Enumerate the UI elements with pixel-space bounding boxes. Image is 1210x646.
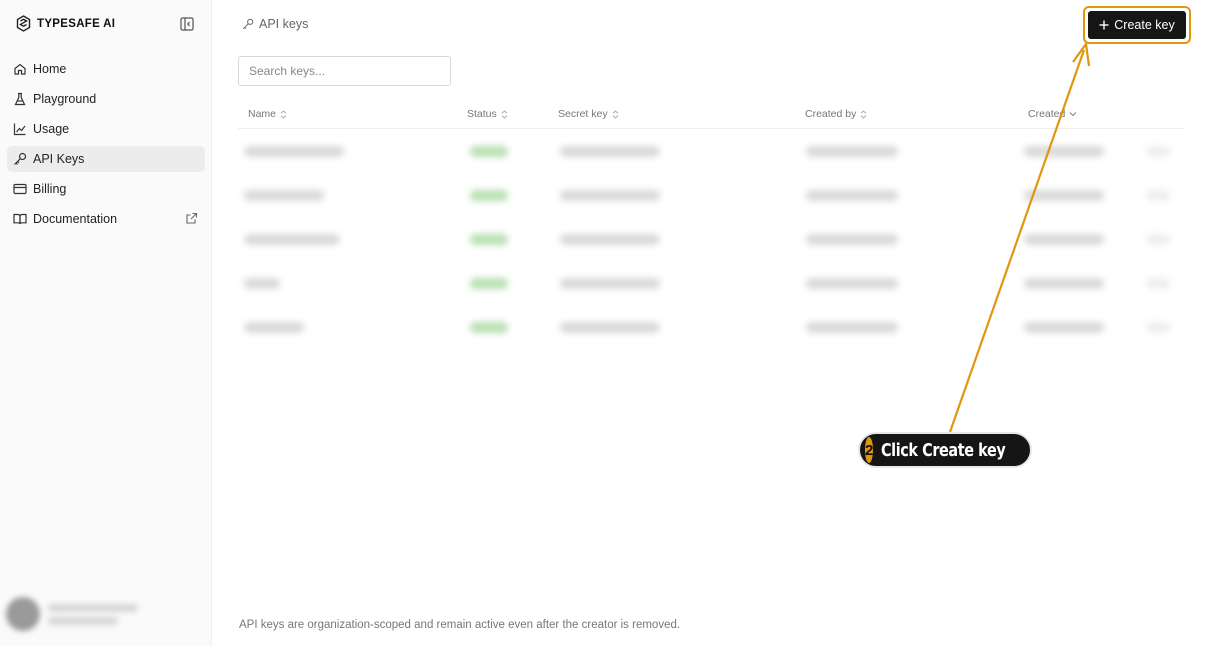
column-header-created[interactable]: Created bbox=[1028, 108, 1077, 120]
column-header-created-by[interactable]: Created by bbox=[805, 108, 867, 120]
sidebar-item-documentation[interactable]: Documentation bbox=[7, 206, 205, 232]
column-header-name[interactable]: Name bbox=[248, 108, 287, 120]
column-header-status[interactable]: Status bbox=[467, 108, 508, 120]
avatar bbox=[6, 597, 40, 631]
table-row[interactable] bbox=[238, 306, 1184, 350]
sidebar-nav: Home Playground Usage API Keys Billing D… bbox=[7, 56, 205, 236]
sidebar-item-label: Usage bbox=[33, 122, 70, 136]
annotation-text: Click Create key bbox=[881, 439, 1006, 461]
sort-icon bbox=[612, 109, 618, 119]
book-icon bbox=[13, 213, 27, 225]
logo-icon bbox=[16, 15, 31, 32]
sidebar-item-api-keys[interactable]: API Keys bbox=[7, 146, 205, 172]
sidebar-item-usage[interactable]: Usage bbox=[7, 116, 205, 142]
sort-icon bbox=[861, 109, 867, 119]
external-link-icon bbox=[186, 212, 198, 224]
annotation-callout: 2 Click Create key bbox=[858, 432, 1032, 468]
table-row[interactable] bbox=[238, 262, 1184, 306]
sidebar-item-label: Billing bbox=[33, 182, 67, 196]
user-details bbox=[48, 603, 138, 625]
user-profile[interactable] bbox=[6, 594, 206, 634]
sidebar-item-home[interactable]: Home bbox=[7, 56, 205, 82]
table-header: Name Status Secret key Created by Create… bbox=[238, 100, 1184, 129]
key-icon bbox=[14, 152, 27, 165]
plus-icon bbox=[1099, 20, 1109, 30]
create-key-button[interactable]: Create key bbox=[1088, 11, 1186, 39]
sidebar: TYPESAFE AI Home Playground Usage API Ke… bbox=[0, 0, 212, 646]
step-badge: 2 bbox=[865, 437, 874, 463]
sidebar-item-label: Playground bbox=[33, 92, 97, 106]
page-title: API keys bbox=[259, 17, 309, 31]
credit-card-icon bbox=[13, 183, 27, 195]
sidebar-item-playground[interactable]: Playground bbox=[7, 86, 205, 112]
create-key-label: Create key bbox=[1114, 18, 1175, 32]
chevron-down-icon bbox=[1069, 112, 1077, 117]
sidebar-item-label: Documentation bbox=[33, 212, 118, 226]
table-row[interactable] bbox=[238, 218, 1184, 262]
footer-note: API keys are organization-scoped and rem… bbox=[239, 619, 681, 631]
breadcrumb: API keys bbox=[242, 17, 308, 31]
sidebar-item-billing[interactable]: Billing bbox=[7, 176, 205, 202]
column-header-secret-key[interactable]: Secret key bbox=[558, 108, 619, 120]
brand[interactable]: TYPESAFE AI bbox=[16, 15, 115, 32]
key-icon bbox=[242, 18, 254, 30]
chart-line-icon bbox=[13, 123, 26, 136]
brand-name: TYPESAFE AI bbox=[37, 17, 116, 30]
sidebar-item-label: API Keys bbox=[33, 152, 85, 166]
table-body bbox=[238, 130, 1184, 350]
flask-icon bbox=[14, 92, 26, 106]
collapse-sidebar-icon[interactable] bbox=[180, 17, 194, 31]
sidebar-item-label: Home bbox=[33, 62, 67, 76]
table-row[interactable] bbox=[238, 174, 1184, 218]
table-row[interactable] bbox=[238, 130, 1184, 174]
sort-icon bbox=[280, 109, 287, 119]
search-input[interactable] bbox=[238, 56, 451, 86]
sort-icon bbox=[501, 109, 508, 119]
create-key-highlight: Create key bbox=[1083, 6, 1191, 44]
home-icon bbox=[14, 63, 26, 75]
